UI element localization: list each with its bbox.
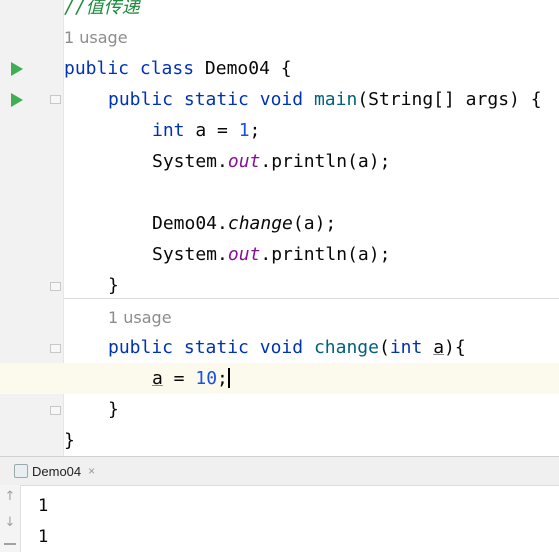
code-text: (String[] args) { [357,89,542,110]
static-method-call: change [227,213,293,234]
keyword: void [259,337,304,358]
usage-hint-change[interactable]: 1 usage [108,302,172,333]
static-field: out [227,244,261,265]
run-main-icon[interactable] [11,93,23,107]
caret-row-highlight [0,363,559,394]
class-name: Demo04 [204,58,270,79]
arrow-down-icon[interactable]: ↓ [3,515,17,530]
run-config-icon [14,464,28,478]
code-text: { [269,58,292,79]
code-text: .println(a); [260,244,391,265]
fold-change-icon[interactable] [50,344,61,353]
close-icon[interactable]: × [88,464,95,478]
arrow-up-icon[interactable]: ↑ [3,489,17,504]
code-line-class: public class Demo04 { [64,53,292,84]
code-text: ( [378,337,390,358]
method-name: change [313,337,379,358]
keyword: class [139,58,195,79]
parameter: a [152,368,163,389]
code-text: (a); [292,213,337,234]
keyword: public [108,89,174,110]
code-line-close-class: } [64,430,75,451]
code-line-change-call: Demo04.change(a); [152,208,336,239]
code-line-assign: a = 10; [152,363,228,394]
code-text: ; [249,120,261,141]
code-text: ; [217,368,228,389]
code-text: .println(a); [260,151,391,172]
code-text: System. [152,151,228,172]
method-separator [64,298,559,299]
console-output-line: 1 [38,496,49,516]
code-line-close-change: } [108,399,119,420]
code-text: a = [184,120,239,141]
keyword: void [259,89,304,110]
keyword: int [389,337,423,358]
console-output-line: 1 [38,527,49,547]
comment-line: //值传递 [64,0,140,18]
run-tab-label: Demo04 [32,463,82,479]
run-class-icon[interactable] [11,62,23,76]
code-editor[interactable]: //值传递 1 usage public class Demo04 { publ… [0,0,559,456]
code-line-int: int a = 1; [152,115,260,146]
run-tool-window: Demo04 × ↑ ↓ 1 1 [0,456,559,552]
keyword: static [183,89,249,110]
code-text: Demo04. [152,213,228,234]
fold-main-icon[interactable] [50,95,61,104]
text-caret [228,368,230,388]
fold-change-end-icon[interactable] [50,406,61,415]
code-line-change-decl: public static void change(int a){ [108,332,466,363]
fold-main-end-icon[interactable] [50,282,61,291]
keyword: static [183,337,249,358]
code-text: ){ [444,337,466,358]
code-line-main: public static void main(String[] args) { [108,84,542,115]
code-text: = [162,368,196,389]
code-line-print-1: System.out.println(a); [152,146,390,177]
run-side-toolbar: ↑ ↓ [0,485,21,552]
static-field: out [227,151,261,172]
soft-wrap-icon[interactable] [4,543,16,545]
run-tab-bar: Demo04 × [0,457,559,486]
usage-hint-class[interactable]: 1 usage [64,22,128,53]
code-text: System. [152,244,228,265]
method-name: main [313,89,358,110]
run-tab-demo04[interactable]: Demo04 × [14,461,95,481]
keyword: int [152,120,185,141]
parameter: a [433,337,445,358]
keyword: public [108,337,174,358]
number-literal: 10 [195,368,218,389]
code-line-close-main: } [108,275,119,296]
code-line-print-2: System.out.println(a); [152,239,390,270]
keyword: public [64,58,130,79]
number-literal: 1 [238,120,250,141]
